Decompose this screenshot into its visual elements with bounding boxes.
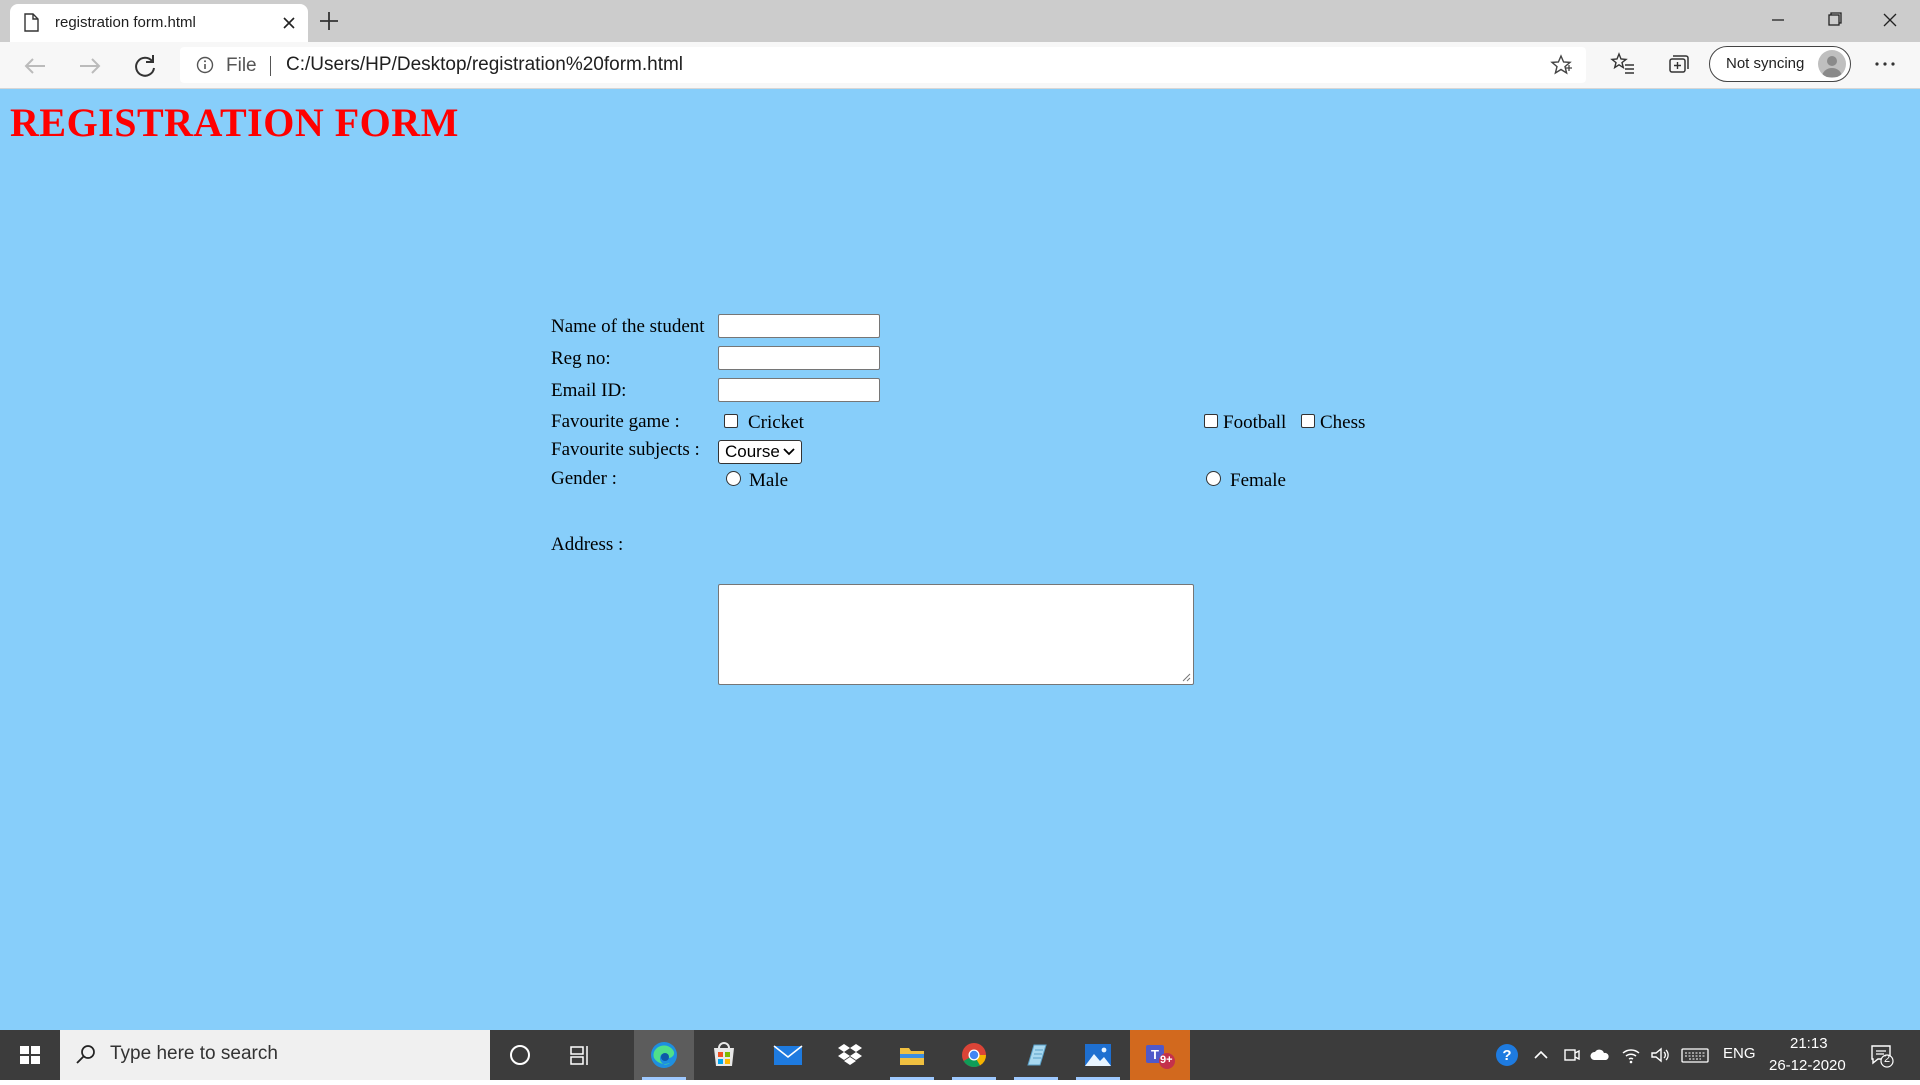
mail-icon[interactable] bbox=[758, 1030, 818, 1080]
email-label: Email ID: bbox=[551, 380, 627, 401]
chrome-taskbar-button[interactable] bbox=[944, 1030, 1004, 1080]
store-icon[interactable] bbox=[694, 1030, 754, 1080]
notification-count: 2 bbox=[1884, 1053, 1891, 1065]
back-icon[interactable] bbox=[18, 49, 52, 83]
onedrive-icon[interactable] bbox=[1589, 1044, 1611, 1066]
dropbox-icon[interactable] bbox=[820, 1030, 880, 1080]
photos-icon bbox=[1085, 1044, 1111, 1066]
close-tab-icon[interactable] bbox=[278, 12, 300, 34]
resize-grip-icon[interactable] bbox=[1181, 672, 1191, 682]
teams-taskbar-button[interactable]: T 9+ bbox=[1130, 1030, 1190, 1080]
wifi-icon[interactable] bbox=[1620, 1044, 1642, 1066]
male-radio[interactable] bbox=[726, 471, 741, 486]
subjects-selected-value: Course bbox=[725, 442, 780, 461]
chess-label: Chess bbox=[1320, 412, 1366, 433]
page-content: REGISTRATION FORM Name of the student Re… bbox=[0, 89, 1920, 1030]
profile-sync-button[interactable]: Not syncing bbox=[1709, 46, 1851, 82]
close-window-icon[interactable] bbox=[1870, 6, 1910, 34]
cortana-icon[interactable] bbox=[490, 1030, 550, 1080]
regno-input[interactable] bbox=[718, 346, 880, 370]
avatar bbox=[1818, 50, 1846, 78]
page-title: REGISTRATION FORM bbox=[10, 100, 459, 145]
scheme-label: File bbox=[226, 55, 257, 76]
football-label: Football bbox=[1223, 412, 1287, 433]
address-separator bbox=[270, 56, 271, 76]
search-icon bbox=[76, 1045, 95, 1064]
profile-person-icon bbox=[1822, 56, 1842, 77]
language-indicator[interactable]: ENG bbox=[1723, 1045, 1756, 1062]
page-icon bbox=[24, 13, 39, 32]
sync-status-label: Not syncing bbox=[1726, 55, 1805, 72]
cricket-label: Cricket bbox=[748, 412, 804, 433]
cricket-checkbox[interactable] bbox=[724, 414, 738, 428]
new-tab-icon[interactable] bbox=[316, 8, 342, 34]
clock-date[interactable]: 26-12-2020 bbox=[1769, 1057, 1846, 1074]
notepad-taskbar-button[interactable] bbox=[1006, 1030, 1066, 1080]
regno-label: Reg no: bbox=[551, 348, 611, 369]
address-bar[interactable]: File C:/Users/HP/Desktop/registration%20… bbox=[180, 47, 1586, 83]
female-radio[interactable] bbox=[1206, 471, 1221, 486]
male-label: Male bbox=[749, 470, 789, 491]
more-options-icon[interactable] bbox=[1872, 54, 1898, 74]
teams-badge-count: 9+ bbox=[1160, 1054, 1173, 1066]
chevron-up-icon[interactable] bbox=[1530, 1044, 1552, 1066]
folder-icon bbox=[900, 1048, 924, 1065]
address-label: Address : bbox=[551, 534, 624, 555]
chrome-icon bbox=[962, 1043, 986, 1068]
game-label: Favourite game : bbox=[551, 411, 680, 432]
taskbar: Type here to search T 9+ ? ENG 21:13 26-… bbox=[0, 1030, 1920, 1080]
taskbar-search[interactable]: Type here to search bbox=[60, 1030, 490, 1080]
chevron-down-icon bbox=[783, 448, 795, 456]
clock-time[interactable]: 21:13 bbox=[1790, 1035, 1828, 1052]
browser-tab[interactable]: registration form.html bbox=[10, 4, 308, 42]
search-placeholder: Type here to search bbox=[110, 1043, 278, 1064]
windows-start-icon[interactable] bbox=[0, 1030, 60, 1080]
name-input[interactable] bbox=[718, 314, 880, 338]
gender-label: Gender : bbox=[551, 468, 617, 489]
email-input[interactable] bbox=[718, 378, 880, 402]
refresh-icon[interactable] bbox=[128, 49, 162, 83]
edge-taskbar-button[interactable] bbox=[634, 1030, 694, 1080]
favorites-icon[interactable] bbox=[1610, 51, 1636, 77]
name-label: Name of the student bbox=[551, 316, 705, 337]
subjects-select[interactable]: Course bbox=[718, 440, 802, 464]
keyboard-icon[interactable] bbox=[1680, 1044, 1710, 1066]
svg-text:?: ? bbox=[1502, 1047, 1511, 1064]
meet-now-icon[interactable] bbox=[1561, 1044, 1583, 1066]
notepad-icon bbox=[1027, 1044, 1047, 1066]
task-view-icon[interactable] bbox=[550, 1030, 610, 1080]
edge-icon bbox=[651, 1042, 677, 1068]
subjects-label: Favourite subjects : bbox=[551, 439, 700, 460]
photos-taskbar-button[interactable] bbox=[1068, 1030, 1128, 1080]
female-label: Female bbox=[1230, 470, 1286, 491]
restore-icon[interactable] bbox=[1814, 6, 1854, 34]
football-checkbox[interactable] bbox=[1204, 414, 1218, 428]
add-favorite-star-icon[interactable] bbox=[1550, 54, 1572, 76]
help-icon[interactable]: ? bbox=[1495, 1043, 1519, 1067]
browser-toolbar: File C:/Users/HP/Desktop/registration%20… bbox=[0, 42, 1920, 89]
address-textarea[interactable] bbox=[718, 584, 1194, 685]
forward-icon[interactable] bbox=[73, 49, 107, 83]
collections-icon[interactable] bbox=[1665, 51, 1691, 77]
chess-checkbox[interactable] bbox=[1301, 414, 1315, 428]
volume-icon[interactable] bbox=[1649, 1044, 1671, 1066]
tab-title: registration form.html bbox=[55, 14, 196, 31]
tab-strip: registration form.html bbox=[0, 0, 1920, 42]
url-text[interactable]: C:/Users/HP/Desktop/registration%20form.… bbox=[286, 54, 683, 76]
info-icon[interactable] bbox=[196, 56, 214, 74]
minimize-icon[interactable] bbox=[1758, 6, 1798, 34]
file-explorer-taskbar-button[interactable] bbox=[882, 1030, 942, 1080]
svg-text:T: T bbox=[1151, 1047, 1159, 1062]
notification-icon[interactable] bbox=[1869, 1042, 1895, 1068]
